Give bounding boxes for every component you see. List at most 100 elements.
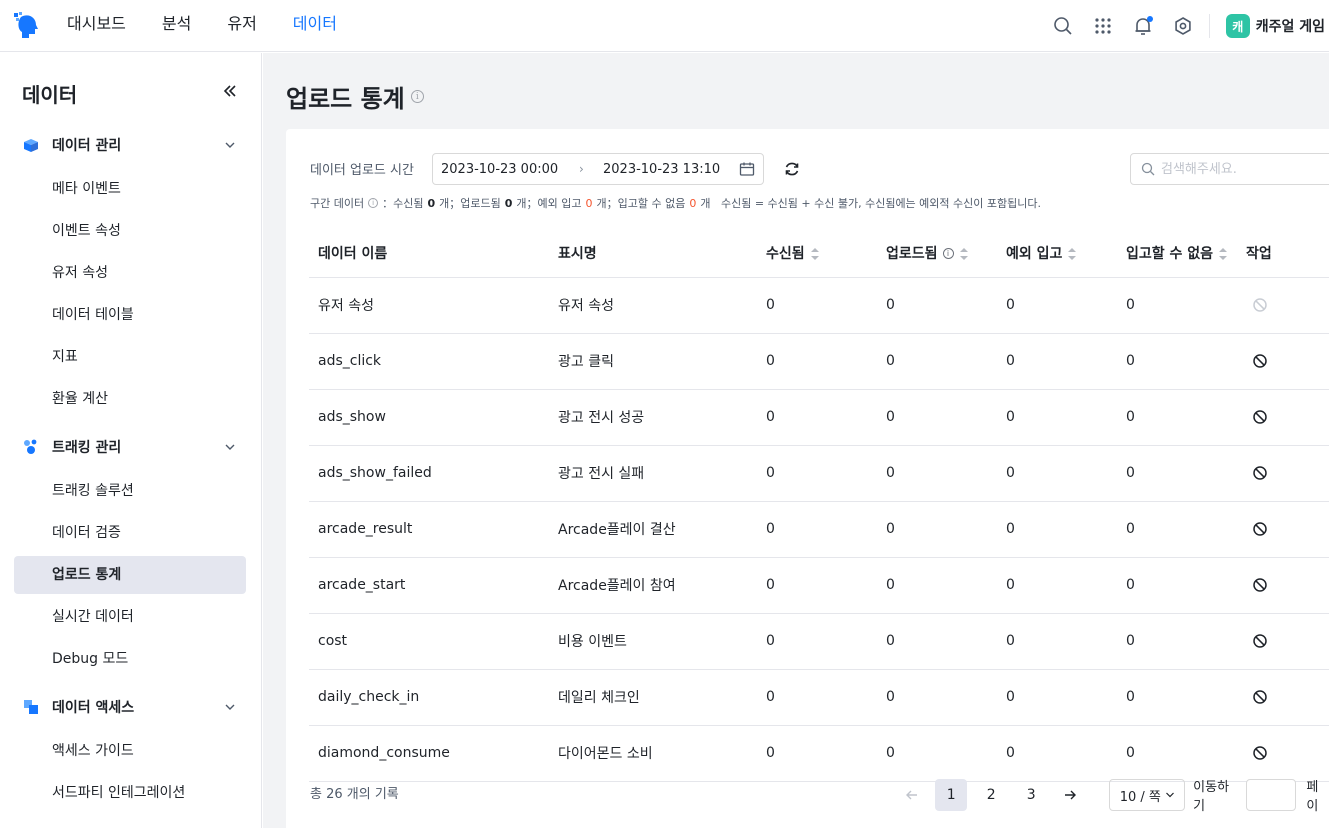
- date-range-picker[interactable]: 2023-10-23 00:00 › 2023-10-23 13:10: [432, 153, 764, 185]
- next-page-button[interactable]: [1055, 779, 1085, 811]
- cell-exception: 0: [997, 389, 1117, 446]
- column-header-label: 입고할 수 없음: [1126, 245, 1214, 262]
- sidebar-item[interactable]: 실시간 데이터: [14, 598, 246, 636]
- page-number-button[interactable]: 3: [1015, 779, 1047, 811]
- summary-rejected-label: 개；입고할 수 없음: [596, 197, 686, 210]
- info-icon[interactable]: i: [410, 90, 424, 103]
- refresh-icon[interactable]: [783, 160, 801, 178]
- main-nav: 대시보드 분석 유저 데이터: [67, 0, 373, 52]
- jump-suffix: 페이: [1306, 780, 1319, 814]
- info-icon[interactable]: i: [368, 198, 379, 208]
- prev-page-button[interactable]: [897, 779, 927, 811]
- calendar-icon[interactable]: [739, 161, 755, 177]
- sidebar-item[interactable]: 트래킹 솔루션: [14, 472, 246, 510]
- sidebar-item[interactable]: 지표: [14, 338, 246, 376]
- project-switcher[interactable]: 캐 캐주얼 게임: [1225, 14, 1325, 38]
- search-icon[interactable]: [1043, 6, 1083, 46]
- search-input[interactable]: [1161, 161, 1321, 177]
- cell-exception: 0: [997, 445, 1117, 502]
- block-icon[interactable]: [1252, 577, 1268, 593]
- column-header-label: 표시명: [558, 245, 597, 262]
- cell-action: [1237, 669, 1329, 726]
- page-size-select[interactable]: 10 / 쪽: [1109, 779, 1186, 811]
- cell-uploaded: 0: [877, 389, 997, 446]
- arrow-right-icon: ›: [579, 162, 584, 176]
- block-icon[interactable]: [1252, 521, 1268, 537]
- cell-received: 0: [757, 557, 877, 614]
- nav-item[interactable]: 분석: [162, 0, 191, 52]
- jump-page-input[interactable]: [1246, 779, 1297, 811]
- cell-uploaded: 0: [877, 725, 997, 782]
- search-box[interactable]: [1130, 153, 1329, 185]
- column-header-rejected[interactable]: 입고할 수 없음: [1117, 229, 1237, 278]
- sidebar-group-data-access[interactable]: 데이터 액세스: [22, 695, 242, 719]
- sidebar-item[interactable]: 메타 이벤트: [14, 170, 246, 208]
- sidebar-item[interactable]: 환율 계산: [14, 380, 246, 418]
- info-icon[interactable]: i: [942, 248, 954, 260]
- column-header-uploaded[interactable]: 업로드됨 i: [877, 229, 997, 278]
- cell-exception: 0: [997, 277, 1117, 334]
- sort-icon[interactable]: [959, 247, 968, 260]
- page-number-button[interactable]: 1: [935, 779, 968, 811]
- page-title-text: 업로드 통계: [286, 85, 405, 113]
- date-range-end[interactable]: 2023-10-23 13:10: [603, 162, 720, 177]
- page-title: 업로드 통계 i: [286, 79, 424, 114]
- block-icon[interactable]: [1252, 465, 1268, 481]
- block-icon: [1253, 298, 1267, 312]
- sort-icon[interactable]: [1068, 247, 1077, 260]
- total-records: 총 26 개의 기록: [310, 787, 399, 802]
- arrow-left-icon: [906, 790, 918, 800]
- nav-item[interactable]: 대시보드: [67, 0, 126, 52]
- block-icon[interactable]: [1252, 633, 1268, 649]
- sort-icon[interactable]: [1219, 247, 1228, 260]
- date-range-start[interactable]: 2023-10-23 00:00: [441, 162, 558, 177]
- cell-name: daily_check_in: [309, 669, 549, 726]
- sidebar-item[interactable]: Debug 모드: [14, 640, 246, 678]
- cell-rejected: 0: [1117, 277, 1237, 334]
- cell-rejected: 0: [1117, 333, 1237, 390]
- summary-uploaded-count: 0: [504, 196, 513, 210]
- sidebar-item[interactable]: 업로드 통계: [14, 556, 246, 594]
- column-header-exception[interactable]: 예외 입고: [997, 229, 1117, 278]
- block-icon[interactable]: [1252, 409, 1268, 425]
- cell-action: [1237, 613, 1329, 670]
- sidebar-item[interactable]: 데이터 테이블: [14, 296, 246, 334]
- table-row: cost 비용 이벤트 0 0 0 0: [309, 613, 1329, 670]
- table-row: ads_show 광고 전시 성공 0 0 0 0: [309, 389, 1329, 446]
- cell-name: diamond_consume: [309, 725, 549, 782]
- sidebar-group-data-management[interactable]: 데이터 관리: [22, 133, 242, 157]
- block-icon[interactable]: [1252, 353, 1268, 369]
- sidebar-item[interactable]: 이벤트 속성: [14, 212, 246, 250]
- sidebar-item[interactable]: 서드파티 인테그레이션: [14, 774, 246, 812]
- settings-gear-icon[interactable]: [1163, 6, 1203, 46]
- table-row: ads_click 광고 클릭 0 0 0 0: [309, 333, 1329, 390]
- cell-display: 데일리 체크인: [549, 669, 757, 726]
- page-number-button[interactable]: 2: [975, 779, 1007, 811]
- cell-uploaded: 0: [877, 333, 997, 390]
- sidebar-item[interactable]: 데이터 검증: [14, 514, 246, 552]
- apps-grid-icon[interactable]: [1083, 6, 1123, 46]
- cell-name: ads_show_failed: [309, 445, 549, 502]
- cell-uploaded: 0: [877, 669, 997, 726]
- sort-icon[interactable]: [810, 247, 819, 260]
- sidebar-group-tracking-management[interactable]: 트래킹 관리: [22, 435, 242, 459]
- column-header-label: 업로드됨: [886, 245, 938, 262]
- notification-bell-icon[interactable]: [1123, 6, 1163, 46]
- block-icon[interactable]: [1252, 745, 1268, 761]
- app-logo-icon[interactable]: [12, 10, 40, 40]
- nav-item[interactable]: 데이터: [293, 0, 337, 52]
- sidebar-item[interactable]: 액세스 가이드: [14, 732, 246, 770]
- cell-received: 0: [757, 725, 877, 782]
- cell-received: 0: [757, 333, 877, 390]
- column-header-received[interactable]: 수신됨: [757, 229, 877, 278]
- cell-action: [1237, 557, 1329, 614]
- sidebar-group-label: 트래킹 관리: [52, 440, 122, 456]
- sidebar-item[interactable]: 유저 속성: [14, 254, 246, 292]
- column-header-name: 데이터 이름: [309, 229, 549, 278]
- nav-item[interactable]: 유저: [227, 0, 256, 52]
- summary-exception-count: 0: [585, 196, 593, 210]
- block-icon[interactable]: [1252, 689, 1268, 705]
- cell-rejected: 0: [1117, 389, 1237, 446]
- collapse-sidebar-icon[interactable]: [220, 81, 240, 101]
- cell-display: Arcade플레이 결산: [549, 501, 757, 558]
